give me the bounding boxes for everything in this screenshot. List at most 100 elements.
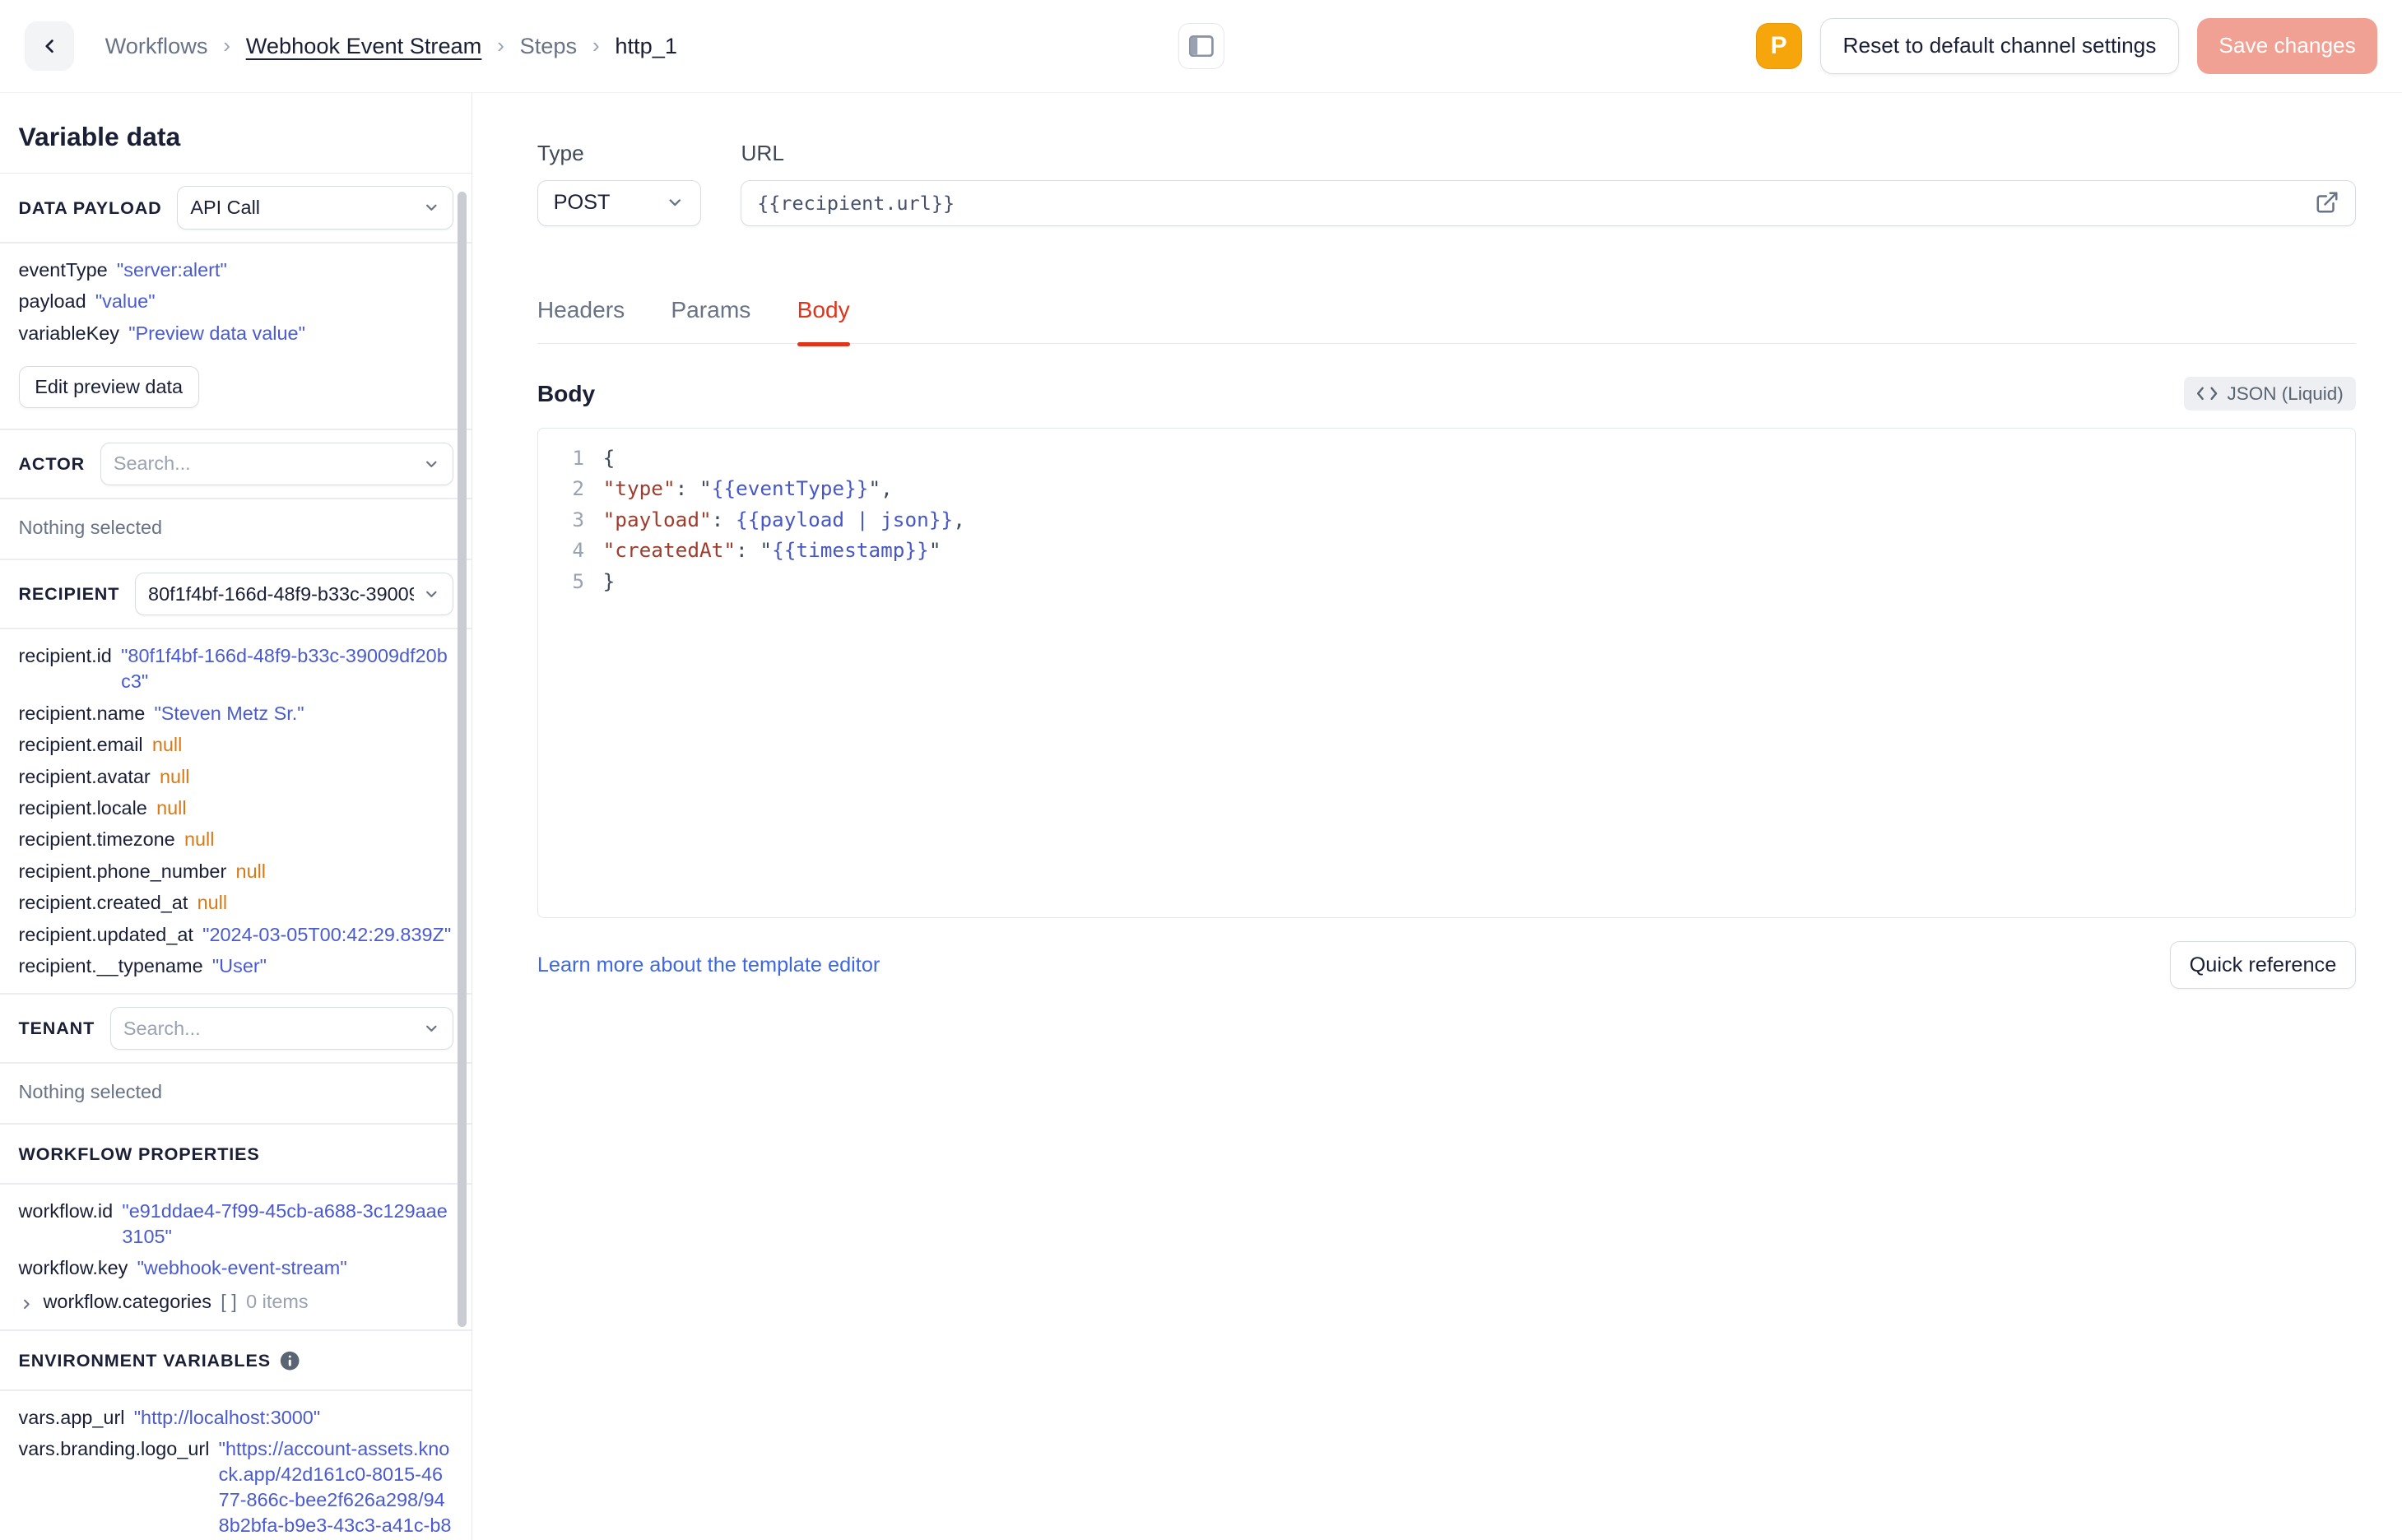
breadcrumb-separator: › — [497, 33, 504, 58]
app-window: Workflows › Webhook Event Stream › Steps… — [0, 0, 2402, 1540]
sidebar-title: Variable data — [18, 122, 181, 152]
breadcrumb-steps: Steps — [519, 32, 578, 58]
environment-variables-list: vars.app_url "http://localhost:3000" var… — [0, 1391, 472, 1540]
topbar-actions: Ρ Reset to default channel settings Save… — [1755, 18, 2378, 74]
variable-key: workflow.key — [18, 1257, 128, 1279]
workflow-categories-row[interactable]: workflow.categories [ ] 0 items — [0, 1286, 472, 1329]
variable-key: workflow.categories — [43, 1290, 212, 1312]
commit-status-icon[interactable]: Ρ — [1755, 22, 1802, 69]
format-badge-label: JSON (Liquid) — [2227, 383, 2344, 404]
actor-search-placeholder: Search... — [113, 452, 191, 475]
variable-key: recipient.avatar — [18, 765, 151, 787]
variable-row: vars.app_url "http://localhost:3000" — [0, 1402, 472, 1433]
recipient-variables: recipient.id "80f1f4bf-166d-48f9-b33c-39… — [0, 629, 472, 993]
recipient-select[interactable]: 80f1f4bf-166d-48f9-b33c-39009df20bc3 — [135, 572, 453, 616]
data-payload-variables: eventType "server:alert" payload "value"… — [0, 244, 472, 360]
data-payload-section: DATA PAYLOAD API Call — [0, 174, 472, 242]
variable-row: recipient.email null — [0, 729, 472, 760]
body-section-title: Body — [537, 380, 596, 406]
environment-variables-header: ENVIRONMENT VARIABLES — [0, 1331, 472, 1389]
variable-row: variableKey "Preview data value" — [0, 318, 472, 349]
variable-key: recipient.id — [18, 645, 112, 667]
variable-row: recipient.created_at null — [0, 888, 472, 919]
variable-row: workflow.key "webhook-event-stream" — [0, 1253, 472, 1284]
quick-reference-button[interactable]: Quick reference — [2170, 941, 2356, 989]
breadcrumb: Workflows › Webhook Event Stream › Steps… — [105, 33, 677, 59]
variable-row: workflow.id "e91ddae4-7f99-45cb-a688-3c1… — [0, 1195, 472, 1252]
variable-value: "e91ddae4-7f99-45cb-a688-3c129aae3105" — [122, 1199, 448, 1247]
variable-value: "http://localhost:3000" — [133, 1407, 321, 1429]
toggle-sidebar-button[interactable] — [1178, 22, 1224, 69]
variable-key: recipient.locale — [18, 796, 147, 819]
breadcrumb-current-step: http_1 — [615, 32, 677, 58]
workflow-properties-header: WORKFLOW PROPERTIES — [0, 1125, 472, 1183]
variable-key: recipient.created_at — [18, 892, 188, 914]
chevron-left-icon — [45, 39, 53, 53]
variable-key: recipient.phone_number — [18, 860, 227, 882]
code-icon — [2196, 387, 2218, 401]
variable-value: null — [235, 860, 267, 882]
chevron-right-icon — [23, 1299, 30, 1309]
variable-value: "https://account-assets.knock.app/42d161… — [218, 1438, 452, 1537]
categories-count: 0 items — [246, 1290, 309, 1312]
variable-key: payload — [18, 290, 86, 313]
chevron-down-icon — [426, 461, 437, 467]
save-changes-button[interactable]: Save changes — [2197, 18, 2378, 74]
tab-body[interactable]: Body — [797, 297, 851, 347]
variable-value: null — [160, 765, 190, 787]
variable-key: recipient.__typename — [18, 955, 203, 977]
template-editor-docs-link[interactable]: Learn more about the template editor — [537, 953, 880, 977]
variable-key: vars.app_url — [18, 1407, 125, 1429]
tenant-search-select[interactable]: Search... — [109, 1006, 453, 1051]
actor-search-select[interactable]: Search... — [100, 442, 453, 486]
sidebar-scrollbar[interactable] — [458, 191, 467, 1328]
variable-value: "webhook-event-stream" — [137, 1257, 347, 1279]
variable-row: recipient.locale null — [0, 792, 472, 823]
chevron-down-icon — [426, 591, 437, 597]
type-label: Type — [537, 140, 584, 165]
data-payload-selected-value: API Call — [190, 197, 260, 219]
recipient-section: RECIPIENT 80f1f4bf-166d-48f9-b33c-39009d… — [0, 560, 472, 629]
edit-preview-data-button[interactable]: Edit preview data — [18, 365, 199, 409]
method-selected-value: POST — [553, 191, 611, 215]
url-input[interactable]: {{recipient.url}} — [741, 179, 2356, 226]
data-payload-label: DATA PAYLOAD — [18, 197, 162, 218]
variable-value: "Steven Metz Sr." — [154, 702, 304, 724]
breadcrumb-workflows[interactable]: Workflows — [105, 33, 208, 59]
categories-brackets: [ ] — [221, 1290, 237, 1312]
info-icon[interactable] — [280, 1351, 300, 1371]
variable-row: vars.branding.logo_url "https://account-… — [0, 1434, 472, 1540]
variable-row: recipient.avatar null — [0, 761, 472, 792]
variable-value: null — [197, 892, 228, 914]
reset-channel-settings-button[interactable]: Reset to default channel settings — [1820, 18, 2179, 74]
variable-value: "value" — [95, 290, 156, 313]
tab-params[interactable]: Params — [671, 297, 750, 343]
variable-row: eventType "server:alert" — [0, 254, 472, 285]
step-editor-main: Type POST URL {{recipient.url}} Headers — [472, 92, 2402, 1540]
data-payload-select[interactable]: API Call — [177, 186, 453, 230]
method-select[interactable]: POST — [537, 179, 701, 226]
environment-variables-label: ENVIRONMENT VARIABLES — [18, 1349, 271, 1371]
actor-label: ACTOR — [18, 452, 86, 474]
topbar: Workflows › Webhook Event Stream › Steps… — [0, 0, 2402, 93]
external-link-icon[interactable] — [2315, 190, 2339, 215]
variable-row: payload "value" — [0, 285, 472, 317]
variable-row: recipient.updated_at "2024-03-05T00:42:2… — [0, 919, 472, 950]
chevron-down-icon — [426, 1025, 437, 1032]
variable-value: "Preview data value" — [128, 322, 305, 344]
variable-row: recipient.timezone null — [0, 824, 472, 856]
tenant-section: TENANT Search... — [0, 995, 472, 1063]
variable-row: recipient.id "80f1f4bf-166d-48f9-b33c-39… — [0, 640, 472, 697]
variable-value: "2024-03-05T00:42:29.839Z" — [202, 923, 452, 945]
breadcrumb-separator: › — [592, 33, 600, 58]
variable-key: eventType — [18, 258, 108, 281]
variable-key: workflow.id — [18, 1199, 114, 1222]
url-value: {{recipient.url}} — [757, 191, 955, 215]
variable-value: "80f1f4bf-166d-48f9-b33c-39009df20bc3" — [121, 645, 448, 693]
format-badge: JSON (Liquid) — [2183, 376, 2356, 411]
breadcrumb-webhook-event-stream[interactable]: Webhook Event Stream — [246, 33, 482, 59]
tab-headers[interactable]: Headers — [537, 297, 625, 343]
code-editor[interactable]: 1{2 "type": "{{eventType}}", 3 "payload": {… — [537, 427, 2356, 919]
back-button[interactable] — [25, 21, 75, 71]
chevron-down-icon — [426, 205, 437, 211]
